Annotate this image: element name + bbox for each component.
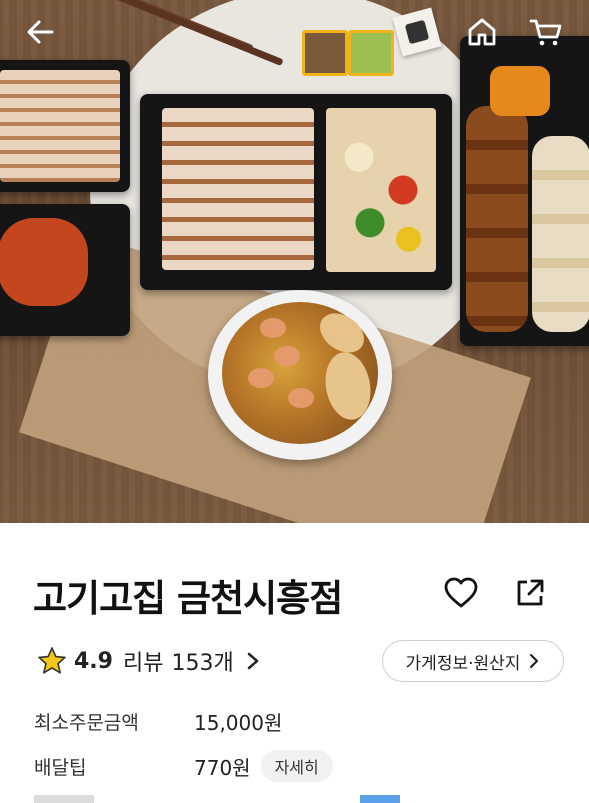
store-info-origin-button[interactable]: 가게정보·원산지 — [382, 640, 564, 682]
star-icon — [36, 645, 68, 677]
rating-value: 4.9 — [74, 648, 113, 674]
food-bowl-shrimp-ajillo — [208, 290, 392, 460]
min-order-value: 15,000원 — [194, 710, 283, 735]
store-info-origin-label: 가게정보·원산지 — [405, 653, 521, 674]
share-button[interactable] — [510, 573, 550, 613]
share-icon — [517, 579, 544, 606]
delivery-tip-row: 배달팁 770원 자세히 — [34, 750, 333, 782]
sauce-cup-ssamjang — [302, 30, 348, 76]
min-order-row: 최소주문금액 15,000원 — [34, 706, 282, 736]
delivery-tip-detail-button[interactable]: 자세히 — [260, 750, 333, 782]
food-box-bossam — [140, 94, 452, 290]
delivery-tip-label: 배달팁 — [34, 756, 87, 779]
next-row-peek — [34, 795, 94, 803]
arrow-left-icon — [27, 20, 54, 44]
chevron-right-icon — [530, 653, 539, 669]
cart-icon — [529, 19, 562, 46]
sauce-cup-wasabi — [348, 30, 394, 76]
rating-review-link[interactable]: 4.9 리뷰 153개 — [36, 643, 260, 679]
store-hero-image — [0, 0, 589, 523]
back-button[interactable] — [22, 14, 58, 50]
heart-outline-icon — [444, 577, 478, 608]
food-box-sliced-pork-small — [0, 60, 130, 192]
favorite-button[interactable] — [441, 573, 481, 613]
store-name: 고기고집 금천시흥점 — [33, 577, 343, 620]
next-row-peek — [360, 795, 400, 803]
review-label: 리뷰 — [122, 651, 164, 676]
home-icon — [468, 18, 496, 46]
food-box-kimchi — [0, 204, 130, 336]
chevron-right-icon — [247, 652, 258, 670]
min-order-label: 최소주문금액 — [34, 711, 139, 734]
food-box-skewers — [460, 36, 589, 346]
review-count: 153개 — [171, 651, 234, 676]
cart-button[interactable] — [528, 14, 564, 50]
delivery-tip-value: 770원 — [194, 755, 251, 780]
home-button[interactable] — [464, 14, 500, 50]
